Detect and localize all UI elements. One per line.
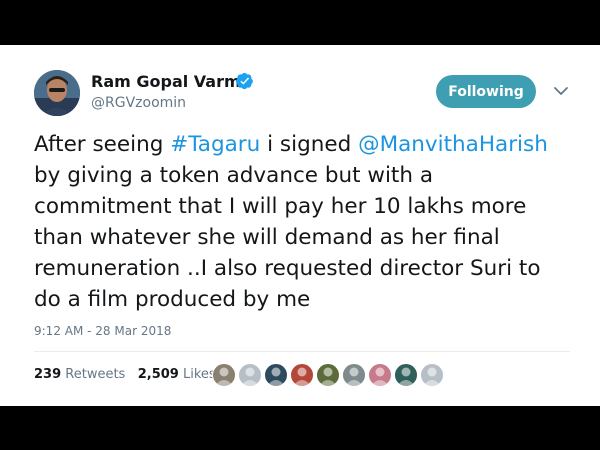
hashtag-link[interactable]: #Tagaru <box>170 132 260 157</box>
liker-avatar-6[interactable] <box>342 363 366 387</box>
mention-link[interactable]: @ManvithaHarish <box>358 132 548 157</box>
tweet-text-segment: by giving a token advance but with a com… <box>34 163 541 312</box>
retweets-label: Retweets <box>65 367 126 382</box>
tweet-header: Ram Gopal Varma @RGVzoomin Following <box>0 45 600 125</box>
liker-avatar-8[interactable] <box>394 363 418 387</box>
liker-avatar-9[interactable] <box>420 363 444 387</box>
display-name[interactable]: Ram Gopal Varma <box>91 72 251 91</box>
liker-avatar-1[interactable] <box>212 363 236 387</box>
retweets-stat[interactable]: 239 Retweets <box>34 367 125 382</box>
following-button[interactable]: Following <box>436 75 536 108</box>
user-handle[interactable]: @RGVzoomin <box>91 95 186 111</box>
user-avatar[interactable] <box>34 70 80 116</box>
tweet-stats: 239 Retweets 2,509 Likes <box>34 367 216 382</box>
likes-count: 2,509 <box>137 367 179 382</box>
tweet-text-segment: i signed <box>260 132 359 157</box>
tweet-card: Ram Gopal Varma @RGVzoomin Following Aft… <box>0 45 600 406</box>
liker-avatar-2[interactable] <box>238 363 262 387</box>
verified-badge-icon <box>236 72 253 90</box>
liker-avatar-7[interactable] <box>368 363 392 387</box>
tweet-timestamp[interactable]: 9:12 AM - 28 Mar 2018 <box>34 324 171 338</box>
avatar-photo <box>34 70 80 116</box>
retweets-count: 239 <box>34 367 62 382</box>
liker-avatar-4[interactable] <box>290 363 314 387</box>
liker-avatar-5[interactable] <box>316 363 340 387</box>
likes-stat[interactable]: 2,509 Likes <box>138 367 216 382</box>
likes-label: Likes <box>183 367 216 382</box>
chevron-down-icon[interactable] <box>553 85 569 97</box>
tweet-text: After seeing #Tagaru i signed @ManvithaH… <box>34 129 574 315</box>
divider <box>34 351 570 352</box>
liker-avatar-3[interactable] <box>264 363 288 387</box>
tweet-text-segment: After seeing <box>34 132 171 157</box>
